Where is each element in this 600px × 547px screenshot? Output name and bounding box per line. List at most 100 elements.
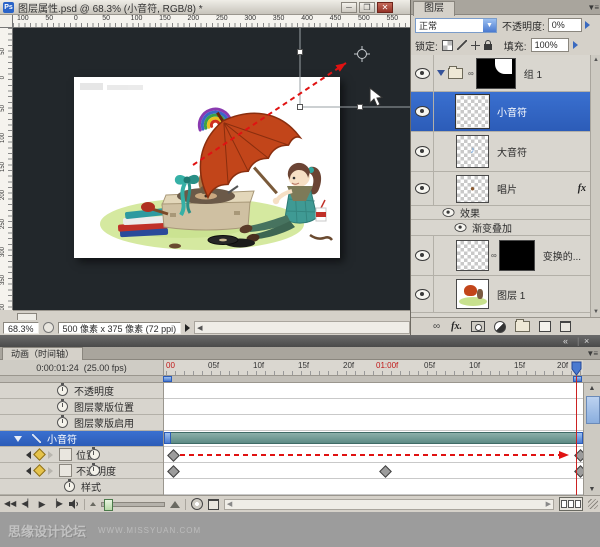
previous-frame-button[interactable]: ◀▏ [21, 499, 33, 509]
scroll-down-icon[interactable]: ▼ [584, 486, 600, 493]
timeline-lane[interactable] [164, 463, 583, 479]
gradient-overlay-label[interactable]: 渐变叠加 [472, 220, 512, 235]
work-area-end-handle[interactable] [573, 376, 582, 382]
gradient-overlay-row[interactable]: 渐变叠加 [411, 220, 600, 236]
layer-row-changpian[interactable]: ● 唱片 fx ▲ [411, 172, 600, 206]
panel-menu-icon[interactable]: ▼≡ [587, 3, 598, 12]
timeline-lane[interactable] [164, 447, 583, 463]
track-style[interactable]: 样式 [0, 479, 163, 495]
layer-thumbnail[interactable]: ♪ [456, 135, 489, 168]
track-layer-xiaoyinfu[interactable]: 小音符 [0, 431, 163, 447]
layer-effects-fx-badge[interactable]: fx [578, 183, 586, 194]
visibility-eye-icon[interactable] [443, 208, 455, 217]
layer-name[interactable]: 小音符 [497, 104, 527, 119]
new-group-icon[interactable] [515, 321, 530, 332]
keyframe[interactable] [167, 465, 180, 478]
layers-scrollbar[interactable]: ▲▼ [590, 55, 600, 317]
visibility-eye-icon[interactable] [415, 289, 430, 300]
left-ruler[interactable]: 50050100150200250300350400 [0, 28, 13, 310]
layer-row-dayinfu[interactable]: ♪ 大音符 [411, 132, 600, 172]
tab-animation-timeline[interactable]: 动画（时间轴） [2, 347, 83, 361]
close-panel-icon[interactable]: × [584, 335, 589, 347]
onion-skin-icon[interactable] [191, 498, 203, 510]
panel-resize-grip[interactable] [588, 499, 598, 509]
playhead-handle[interactable] [570, 361, 583, 376]
timeline-ruler[interactable]: 0005f10f15f20f01:00f05f10f15f20f02:0 [163, 360, 583, 376]
collapse-panel-icon[interactable]: « [563, 335, 568, 347]
group-mask-thumbnail[interactable] [476, 58, 516, 89]
first-frame-button[interactable]: ◀◀ [4, 499, 16, 509]
scroll-left-icon[interactable]: ◀ [227, 500, 232, 508]
stopwatch-icon[interactable] [57, 417, 68, 428]
add-keyframe-icon[interactable] [33, 448, 46, 461]
zoom-level-field[interactable]: 68.3% [3, 322, 39, 334]
layer-name[interactable]: 唱片 [497, 181, 517, 196]
layer-name[interactable]: 组 1 [524, 66, 542, 81]
timeline-lane[interactable] [164, 383, 583, 399]
blend-mode-select[interactable]: 正常 ▼ [415, 18, 497, 33]
scroll-left-icon[interactable]: ◀ [195, 324, 204, 332]
stopwatch-icon[interactable] [57, 401, 68, 412]
status-scrollbar[interactable]: ◀ [194, 321, 410, 334]
track-position[interactable]: 位置 [0, 447, 163, 463]
status-menu-arrow-icon[interactable] [185, 324, 190, 332]
link-layers-icon[interactable]: ∞ [433, 321, 440, 332]
audio-mute-icon[interactable] [68, 499, 79, 509]
track-layer-mask-position[interactable]: 图层蒙版位置 [0, 399, 163, 415]
layer-row-tuceng1[interactable]: 图层 1 [411, 276, 600, 313]
layer-row-xiaoyinfu[interactable]: 小音符 [411, 92, 600, 132]
tab-layers[interactable]: 图层 [413, 1, 455, 16]
timeline-lanes[interactable] [163, 383, 583, 495]
lock-position-icon[interactable] [471, 41, 480, 50]
minimize-button[interactable]: ─ [341, 2, 357, 13]
convert-to-frame-animation-button[interactable] [559, 497, 583, 511]
layer-name[interactable]: 变换的... [543, 248, 581, 263]
layer-thumbnail[interactable] [456, 240, 489, 271]
new-layer-icon[interactable] [539, 321, 551, 332]
work-area-bar[interactable] [0, 376, 600, 383]
track-toggle-icon[interactable] [32, 434, 41, 443]
visibility-eye-icon[interactable] [415, 250, 430, 261]
panel-menu-icon[interactable]: ▼≡ [586, 349, 597, 358]
add-adjustment-layer-icon[interactable] [494, 321, 506, 333]
track-opacity[interactable]: 不透明度 [0, 463, 163, 479]
slider-knob[interactable] [104, 499, 113, 511]
track-opacity-global[interactable]: 不透明度 [0, 383, 163, 399]
layer-thumbnail[interactable]: ● [456, 175, 489, 203]
visibility-eye-icon[interactable] [415, 146, 430, 157]
track-layer-mask-enable[interactable]: 图层蒙版启用 [0, 415, 163, 431]
top-ruler[interactable]: 1005005010015020025030035040045050055060… [13, 15, 410, 28]
close-button[interactable]: ✕ [377, 2, 393, 13]
opacity-field[interactable]: 0% [548, 18, 582, 32]
timeline-lane[interactable] [164, 415, 583, 431]
scroll-right-icon[interactable]: ▶ [546, 500, 551, 508]
fill-field[interactable]: 100% [531, 38, 569, 52]
opacity-slider-arrow-icon[interactable] [585, 21, 590, 29]
stopwatch-icon[interactable] [89, 465, 100, 476]
layer-row-bianhuande[interactable]: ∞ 变换的... [411, 236, 600, 276]
timeline-hscrollbar[interactable]: ◀ ▶ [224, 499, 554, 510]
visibility-eye-icon[interactable] [415, 68, 430, 79]
scroll-thumb[interactable] [586, 396, 600, 424]
layer-duration-bar[interactable] [164, 432, 583, 444]
group-expand-icon[interactable] [437, 70, 445, 76]
timeline-lane[interactable] [164, 431, 583, 447]
document-titlebar[interactable]: Ps 图层属性.psd @ 68.3% (小音符, RGB/8) * ─ ❐ ✕ [0, 0, 410, 15]
lock-image-icon[interactable] [457, 40, 467, 50]
lock-transparency-icon[interactable] [442, 40, 453, 51]
visibility-eye-icon[interactable] [415, 183, 430, 194]
scroll-up-icon[interactable]: ▲ [584, 385, 600, 392]
add-layer-mask-icon[interactable] [471, 321, 485, 332]
mask-link-icon[interactable]: ∞ [468, 69, 474, 78]
scroll-up-icon[interactable]: ▲ [591, 57, 600, 63]
track-expand-icon[interactable] [14, 436, 22, 442]
prev-keyframe-icon[interactable] [26, 451, 31, 459]
canvas-hscrollbar[interactable] [13, 310, 410, 320]
chevron-down-icon[interactable]: ▼ [483, 19, 496, 32]
scroll-down-icon[interactable]: ▼ [591, 309, 600, 315]
next-frame-button[interactable]: ▕▶ [51, 499, 63, 509]
visibility-eye-icon[interactable] [415, 106, 430, 117]
add-keyframe-icon[interactable] [33, 464, 46, 477]
work-area-start-handle[interactable] [163, 376, 172, 382]
stopwatch-icon[interactable] [57, 385, 68, 396]
